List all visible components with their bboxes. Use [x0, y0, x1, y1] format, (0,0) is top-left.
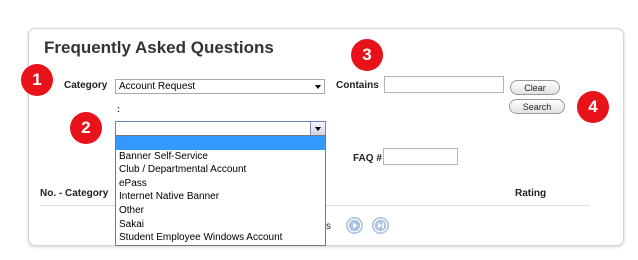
dropdown-option[interactable]: Student Employee Windows Account — [116, 231, 325, 245]
dropdown-option[interactable]: Banner Self-Service — [116, 150, 325, 164]
subcategory-select[interactable] — [115, 121, 326, 136]
subcategory-label: : — [117, 104, 120, 114]
faq-number-input[interactable] — [383, 148, 458, 165]
contains-label: Contains — [336, 80, 379, 91]
contains-input[interactable] — [384, 76, 504, 93]
next-page-button[interactable] — [346, 217, 363, 234]
dropdown-option[interactable] — [116, 136, 325, 150]
clear-button[interactable]: Clear — [510, 80, 560, 95]
subcategory-dropdown-button[interactable] — [310, 122, 325, 135]
last-page-button[interactable] — [372, 217, 389, 234]
callout-badge-2: 2 — [70, 112, 102, 144]
pager-text: s — [326, 221, 331, 232]
subcategory-dropdown-list: Banner Self-Service Club / Departmental … — [115, 135, 326, 246]
callout-badge-3: 3 — [351, 39, 383, 71]
dropdown-option[interactable]: Sakai — [116, 218, 325, 232]
page-title: Frequently Asked Questions — [44, 38, 274, 57]
skip-end-icon — [373, 218, 388, 233]
search-button[interactable]: Search — [509, 99, 565, 114]
dropdown-option[interactable]: Club / Departmental Account — [116, 163, 325, 177]
column-header-rating[interactable]: Rating — [515, 188, 546, 199]
dropdown-option[interactable]: Internet Native Banner — [116, 190, 325, 204]
chevron-down-icon — [315, 85, 321, 89]
chevron-down-icon — [315, 127, 321, 131]
callout-badge-4: 4 — [577, 91, 609, 123]
callout-badge-1: 1 — [21, 64, 53, 96]
category-label: Category — [64, 80, 108, 91]
column-header-category[interactable]: No. - Category — [40, 188, 108, 199]
category-select[interactable]: Account Request — [115, 79, 325, 94]
dropdown-option[interactable]: Other — [116, 204, 325, 218]
dropdown-option[interactable]: ePass — [116, 177, 325, 191]
play-icon — [347, 218, 362, 233]
faq-number-label: FAQ # — [353, 153, 382, 164]
category-select-value: Account Request — [119, 81, 196, 92]
